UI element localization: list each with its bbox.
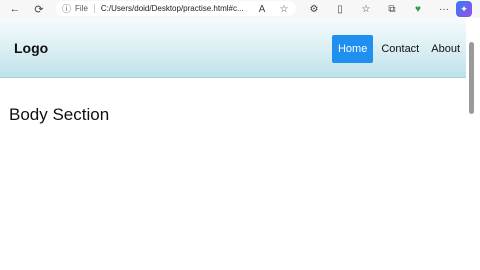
address-scheme-label: File xyxy=(75,4,88,13)
page-viewport: Logo Home Contact About Body Section xyxy=(0,18,480,270)
scrollbar-thumb[interactable] xyxy=(469,42,474,114)
site-nav: Home Contact About xyxy=(331,35,466,63)
address-separator xyxy=(93,4,95,13)
toolbar-actions: ⚙ ▯ ☆ ⧉ ♥ ··· xyxy=(300,0,454,18)
favorite-icon[interactable]: ☆ xyxy=(274,0,294,18)
body-section-title: Body Section xyxy=(9,105,110,124)
info-icon[interactable]: ⓘ xyxy=(62,2,71,15)
address-url[interactable]: C:/Users/doid/Desktop/practise.html#c... xyxy=(101,4,244,13)
extensions-icon[interactable]: ⚙ xyxy=(304,0,324,18)
favorites-bar-icon[interactable]: ☆ xyxy=(356,0,376,18)
collections-icon[interactable]: ⧉ xyxy=(382,0,402,18)
refresh-icon[interactable]: ⟳ xyxy=(30,0,48,18)
back-icon[interactable]: ← xyxy=(6,0,24,18)
page-scrollbar[interactable] xyxy=(466,18,480,270)
copilot-icon[interactable]: ✦ xyxy=(456,1,472,17)
browser-toolbar: ← ⟳ ⓘ File C:/Users/doid/Desktop/practis… xyxy=(0,0,480,18)
site-logo[interactable]: Logo xyxy=(14,40,48,56)
browser-essentials-icon[interactable]: ♥ xyxy=(408,0,428,18)
nav-item-home[interactable]: Home xyxy=(331,35,374,63)
more-icon[interactable]: ··· xyxy=(434,0,454,18)
nav-item-about[interactable]: About xyxy=(425,35,466,63)
split-screen-icon[interactable]: ▯ xyxy=(330,0,350,18)
read-aloud-icon[interactable]: A xyxy=(252,0,272,18)
site-header: Logo Home Contact About xyxy=(0,18,466,78)
nav-item-contact[interactable]: Contact xyxy=(375,35,425,63)
